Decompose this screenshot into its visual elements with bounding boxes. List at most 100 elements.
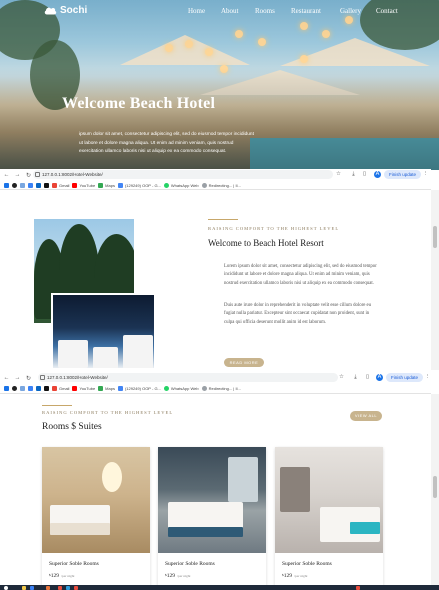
rooms-title: Rooms $ Suites <box>42 422 102 432</box>
view-all-button[interactable]: VIEW ALL <box>350 411 382 421</box>
bookmark-apps[interactable] <box>4 386 9 391</box>
profile-avatar-icon[interactable]: A <box>376 374 383 381</box>
bookmark-oop[interactable]: (129249) OOP - G... <box>117 183 161 188</box>
linkedin-icon <box>36 386 41 391</box>
bookmark-maps[interactable]: Maps <box>98 183 115 188</box>
grid-icon <box>20 183 25 188</box>
finish-update-button[interactable]: Finish update <box>386 373 424 382</box>
rooms-eyebrow: RAISING COMFORT TO THE HIGHEST LEVEL <box>42 410 174 415</box>
bookmark-youtube[interactable]: YouTube <box>72 183 95 188</box>
folder-icon[interactable] <box>22 586 26 590</box>
docs-icon <box>28 386 33 391</box>
bookmark-misc3[interactable] <box>36 386 41 391</box>
nav-about[interactable]: About <box>221 7 239 15</box>
site-info-icon[interactable] <box>35 172 40 177</box>
bookmark-oop[interactable]: (129249) OOP - G... <box>117 386 161 391</box>
scrollbar-thumb-1[interactable] <box>433 226 437 248</box>
bookmark-apps[interactable] <box>4 183 9 188</box>
nav-rooms[interactable]: Rooms <box>255 7 275 15</box>
read-more-button[interactable]: READ MORE <box>224 358 264 367</box>
bookmark-misc2[interactable] <box>28 183 33 188</box>
about-title: Welcome to Beach Hotel Resort <box>208 238 324 248</box>
bookmark-whatsapp[interactable]: WhatsApp Web <box>163 386 199 391</box>
page-scrollbar-1[interactable] <box>431 190 439 370</box>
maps-icon <box>98 183 104 188</box>
room-card[interactable]: Superior Soble Rooms $129/per night <box>275 447 383 585</box>
youtube-icon <box>72 386 78 391</box>
app-icon[interactable] <box>30 586 34 590</box>
about-eyebrow: RAISING COMFORT TO THE HIGHEST LEVEL <box>208 226 340 231</box>
room-card[interactable]: Superior Soble Rooms $129/per night <box>42 447 150 585</box>
bookmark-redirecting[interactable]: Redirecting... | Il... <box>201 386 241 391</box>
start-icon[interactable] <box>4 586 8 590</box>
eyebrow-line <box>42 405 72 406</box>
globe-icon <box>201 183 207 188</box>
room-price: $129/per night <box>165 573 191 579</box>
bookmark-github[interactable] <box>12 183 17 188</box>
bookmark-misc2[interactable] <box>28 386 33 391</box>
address-bar[interactable]: 127.0.0.1:8002/Hotel-Website/ <box>33 170 333 179</box>
docs-icon <box>28 183 33 188</box>
download-icon[interactable]: ⤓ <box>352 374 359 381</box>
bookmark-youtube[interactable]: YouTube <box>72 386 95 391</box>
star-icon[interactable]: ☆ <box>338 374 345 381</box>
bookmark-misc3[interactable] <box>36 183 41 188</box>
app-icon[interactable] <box>66 586 70 590</box>
finish-update-button[interactable]: Finish update <box>384 170 422 179</box>
bookmark-misc1[interactable] <box>20 386 25 391</box>
bookmark-page-icon <box>117 386 123 391</box>
back-icon[interactable]: ← <box>2 171 11 180</box>
room-card[interactable]: Superior Soble Rooms $129/per night <box>158 447 266 585</box>
nav-restaurant[interactable]: Restaurant <box>291 7 321 15</box>
main-nav: Home About Rooms Restaurant Gallery Cont… <box>0 7 439 19</box>
maps-icon <box>98 386 104 391</box>
forward-icon[interactable]: → <box>13 374 22 383</box>
star-icon[interactable]: ☆ <box>335 171 342 178</box>
bookmark-gmail[interactable]: Gmail <box>52 386 69 391</box>
tray-icon[interactable] <box>356 586 360 590</box>
reload-icon[interactable]: ↻ <box>24 171 33 180</box>
profile-avatar-icon[interactable]: A <box>374 171 381 178</box>
bookmark-misc1[interactable] <box>20 183 25 188</box>
browser-toolbar-2: ← → ↻ 127.0.0.1:8002/Hotel-Website/ ☆ ⤓ … <box>0 371 431 394</box>
room-photo <box>42 447 150 553</box>
gmail-icon <box>52 386 57 391</box>
eyebrow-line <box>208 219 238 220</box>
room-title: Superior Soble Rooms <box>282 561 332 567</box>
bookmark-redirecting[interactable]: Redirecting... | Il... <box>201 183 241 188</box>
globe-icon <box>201 386 207 391</box>
bookmark-github[interactable] <box>12 386 17 391</box>
bookmark-whatsapp[interactable]: WhatsApp Web <box>163 183 199 188</box>
page-scrollbar-2[interactable] <box>431 394 439 585</box>
download-icon[interactable]: ⤓ <box>350 171 357 178</box>
room-photo <box>275 447 383 553</box>
bookmark-misc4[interactable] <box>44 386 49 391</box>
hero-title: Welcome Beach Hotel <box>62 95 216 112</box>
bookmark-gmail[interactable]: Gmail <box>52 183 69 188</box>
bookmark-maps[interactable]: Maps <box>98 386 115 391</box>
sidepanel-icon[interactable]: ▯ <box>361 171 368 178</box>
nav-contact[interactable]: Contact <box>376 7 398 15</box>
room-photo <box>158 447 266 553</box>
reload-icon[interactable]: ↻ <box>24 374 33 383</box>
scrollbar-thumb-2[interactable] <box>433 476 437 498</box>
room-title: Superior Soble Rooms <box>165 561 215 567</box>
more-menu-icon[interactable]: ⋮ <box>424 374 431 381</box>
address-bar[interactable]: 127.0.0.1:8002/Hotel-Website/ <box>38 373 338 382</box>
room-price: $129/per night <box>49 573 75 579</box>
forward-icon[interactable]: → <box>13 171 22 180</box>
nav-gallery[interactable]: Gallery <box>340 7 361 15</box>
back-icon[interactable]: ← <box>2 374 11 383</box>
app-icon[interactable] <box>74 586 78 590</box>
app-icon[interactable] <box>58 586 62 590</box>
bookmarks-bar: Gmail YouTube Maps (129249) OOP - G... W… <box>0 384 431 393</box>
bookmark-misc4[interactable] <box>44 183 49 188</box>
app-icon[interactable] <box>46 586 50 590</box>
github-icon <box>12 386 17 391</box>
site-info-icon[interactable] <box>40 375 45 380</box>
santorini-image <box>51 293 156 370</box>
sidepanel-icon[interactable]: ▯ <box>364 374 371 381</box>
nav-home[interactable]: Home <box>188 7 205 15</box>
apps-icon <box>4 183 9 188</box>
more-menu-icon[interactable]: ⋮ <box>422 171 429 178</box>
